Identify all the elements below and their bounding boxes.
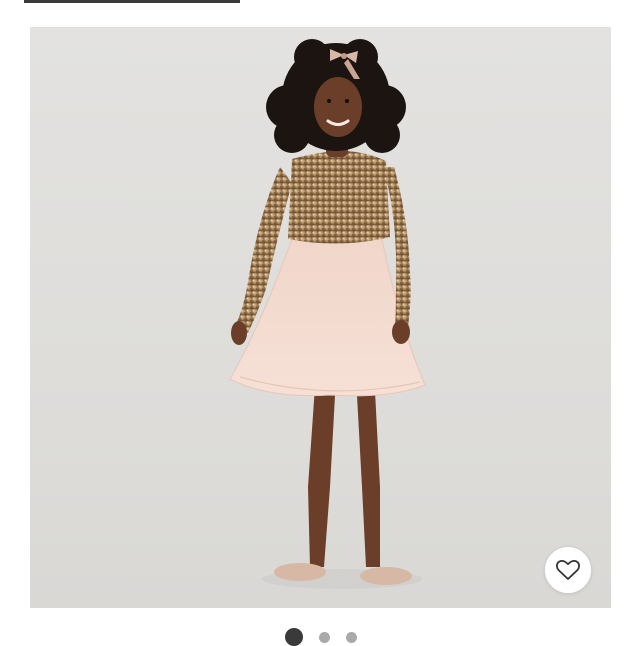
right-hand — [392, 320, 410, 344]
carousel-dot-3[interactable] — [346, 632, 357, 643]
product-photo[interactable] — [30, 27, 611, 608]
product-illustration — [229, 39, 426, 589]
legs — [308, 372, 380, 567]
carousel-dot-1[interactable] — [285, 628, 303, 646]
left-hand — [231, 321, 247, 345]
carousel-indicator — [0, 628, 640, 646]
face — [314, 77, 362, 137]
right-shoe — [360, 567, 412, 585]
top-divider — [24, 0, 240, 3]
favorite-button[interactable] — [544, 546, 592, 594]
left-shoe — [274, 563, 326, 581]
carousel-dot-2[interactable] — [319, 632, 330, 643]
sequin-bodice — [288, 151, 390, 244]
heart-icon — [556, 559, 580, 580]
